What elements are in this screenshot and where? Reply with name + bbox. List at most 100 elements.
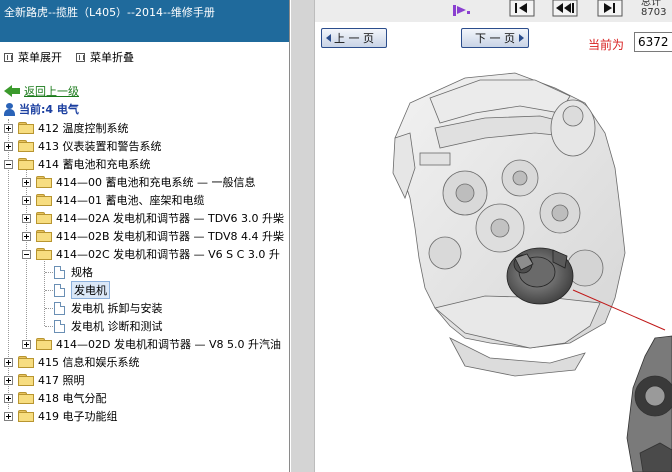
folder-icon [36, 176, 52, 188]
expand-menu-button[interactable]: 菜单展开 [4, 49, 62, 65]
document-viewer: 总计 8703 上 一 页 下 一 页 当前为 [291, 0, 672, 472]
tree-item-414[interactable]: 414 蓄电池和充电系统 [4, 155, 151, 173]
tree-item-414-00[interactable]: 414—00 蓄电池和充电系统 — 一般信息 [22, 173, 255, 191]
tree-branch-line [45, 308, 53, 309]
collapse-toggle-icon[interactable] [22, 249, 31, 259]
document-icon [54, 301, 65, 315]
first-page-icon[interactable] [509, 0, 535, 17]
expand-toggle-icon[interactable] [22, 195, 31, 205]
current-page-prefix: 当前为 [588, 38, 625, 52]
folder-icon [36, 230, 52, 242]
expand-toggle-icon[interactable] [4, 123, 13, 133]
tree-leaf-label: 发电机 诊断和测试 [71, 320, 163, 333]
folder-icon [36, 194, 52, 206]
tree-item-414-02b[interactable]: 414—02B 发电机和调节器 — TDV8 4.4 升柴 [22, 227, 284, 245]
folder-open-icon [18, 158, 34, 170]
manual-title: 全新路虎--揽胜（L405）--2014--维修手册 [4, 6, 215, 19]
folder-icon [18, 374, 34, 386]
expand-icon [4, 52, 13, 62]
back-link[interactable]: 返回上一级 [24, 83, 79, 99]
last-page-icon[interactable] [597, 0, 623, 17]
back-arrow-icon[interactable] [4, 85, 20, 97]
tree-leaf-diagnosis[interactable]: 发电机 诊断和测试 [54, 317, 163, 335]
expand-menu-label: 菜单展开 [18, 51, 62, 64]
left-arrow-icon [326, 34, 331, 42]
tree-item-412[interactable]: 412 温度控制系统 [4, 119, 129, 137]
tree-item-419[interactable]: 419 电子功能组 [4, 407, 118, 425]
tree-item-label: 417 照明 [38, 374, 85, 387]
collapse-icon [76, 52, 85, 62]
page-total-value: 8703 [641, 7, 667, 18]
tree-item-414-01[interactable]: 414—01 蓄电池、座架和电缆 [22, 191, 205, 209]
navigation-panel: 全新路虎--揽胜（L405）--2014--维修手册 菜单展开 菜单折叠 返回上… [0, 0, 290, 472]
user-icon [4, 102, 15, 116]
expand-toggle-icon[interactable] [22, 177, 31, 187]
page-navigation-bar: 上 一 页 下 一 页 当前为 [315, 22, 672, 58]
folder-open-icon [36, 248, 52, 260]
tree-item-label: 413 仪表装置和警告系统 [38, 140, 162, 153]
manual-title-bar: 全新路虎--揽胜（L405）--2014--维修手册 [0, 0, 289, 42]
tree-item-414-02a[interactable]: 414—02A 发电机和调节器 — TDV6 3.0 升柴 [22, 209, 284, 227]
tree-item-label: 414—02D 发电机和调节器 — V8 5.0 升汽油 [56, 338, 281, 351]
folder-icon [18, 122, 34, 134]
alternator-detail-view [626, 335, 672, 472]
tree-leaf-label: 规格 [71, 266, 93, 279]
folder-icon [36, 212, 52, 224]
expand-toggle-icon[interactable] [4, 357, 13, 367]
tree-leaf-generator[interactable]: 发电机 [54, 281, 110, 299]
tree-item-label: 414—02A 发电机和调节器 — TDV6 3.0 升柴 [56, 212, 285, 225]
tree-item-label: 419 电子功能组 [38, 410, 118, 423]
tree-item-413[interactable]: 413 仪表装置和警告系统 [4, 137, 162, 155]
prev-section-icon[interactable] [552, 0, 578, 17]
page-number-input[interactable] [634, 32, 672, 52]
viewer-toolbar: 总计 8703 [315, 0, 672, 22]
tree-item-414-02d[interactable]: 414—02D 发电机和调节器 — V8 5.0 升汽油 [22, 335, 281, 353]
next-page-button[interactable]: 下 一 页 [461, 28, 529, 48]
expand-toggle-icon[interactable] [22, 339, 31, 349]
prev-page-button[interactable]: 上 一 页 [321, 28, 387, 48]
tree-item-label: 414 蓄电池和充电系统 [38, 158, 151, 171]
tree-item-label: 414—00 蓄电池和充电系统 — 一般信息 [56, 176, 256, 189]
document-icon [54, 319, 65, 333]
tree-item-label: 414—01 蓄电池、座架和电缆 [56, 194, 205, 207]
current-location: 当前:4 电气 [4, 101, 79, 117]
back-row: 返回上一级 [4, 83, 79, 99]
tree-leaf-removal[interactable]: 发电机 拆卸与安装 [54, 299, 163, 317]
next-page-label: 下 一 页 [475, 32, 515, 45]
expand-toggle-icon[interactable] [4, 141, 13, 151]
tree-item-label: 414—02B 发电机和调节器 — TDV8 4.4 升柴 [56, 230, 285, 243]
document-icon [54, 283, 65, 297]
folder-icon [18, 356, 34, 368]
tree-leaf-label-selected: 发电机 [71, 281, 110, 299]
page-total-readout: 总计 8703 [641, 0, 671, 18]
bookmark-icon[interactable] [453, 5, 470, 16]
alternator-highlight [506, 247, 574, 305]
tree-leaf-label: 发电机 拆卸与安装 [71, 302, 163, 315]
expand-toggle-icon[interactable] [4, 375, 13, 385]
tree-leaf-specs[interactable]: 规格 [54, 263, 93, 281]
expand-toggle-icon[interactable] [22, 213, 31, 223]
menu-bar: 菜单展开 菜单折叠 [0, 46, 289, 68]
tree-item-418[interactable]: 418 电气分配 [4, 389, 107, 407]
current-location-label: 当前:4 电气 [19, 103, 79, 116]
document-icon [54, 265, 65, 279]
expand-toggle-icon[interactable] [4, 411, 13, 421]
expand-toggle-icon[interactable] [4, 393, 13, 403]
collapse-menu-button[interactable]: 菜单折叠 [76, 49, 134, 65]
tree-branch-line [45, 290, 53, 291]
collapse-toggle-icon[interactable] [4, 159, 13, 169]
tree-item-label: 418 电气分配 [38, 392, 107, 405]
right-arrow-icon [519, 34, 524, 42]
folder-icon [18, 410, 34, 422]
splitter-bar[interactable] [291, 0, 315, 472]
tree-item-label: 412 温度控制系统 [38, 122, 129, 135]
expand-toggle-icon[interactable] [22, 231, 31, 241]
tree-branch-line [45, 272, 53, 273]
tree-item-417[interactable]: 417 照明 [4, 371, 85, 389]
engine-block [392, 72, 626, 377]
tree-item-415[interactable]: 415 信息和娱乐系统 [4, 353, 140, 371]
engine-diagram-svg [392, 72, 672, 472]
engine-illustration [315, 58, 672, 472]
collapse-menu-label: 菜单折叠 [90, 51, 134, 64]
tree-item-414-02c[interactable]: 414—02C 发电机和调节器 — V6 S C 3.0 升 [22, 245, 280, 263]
